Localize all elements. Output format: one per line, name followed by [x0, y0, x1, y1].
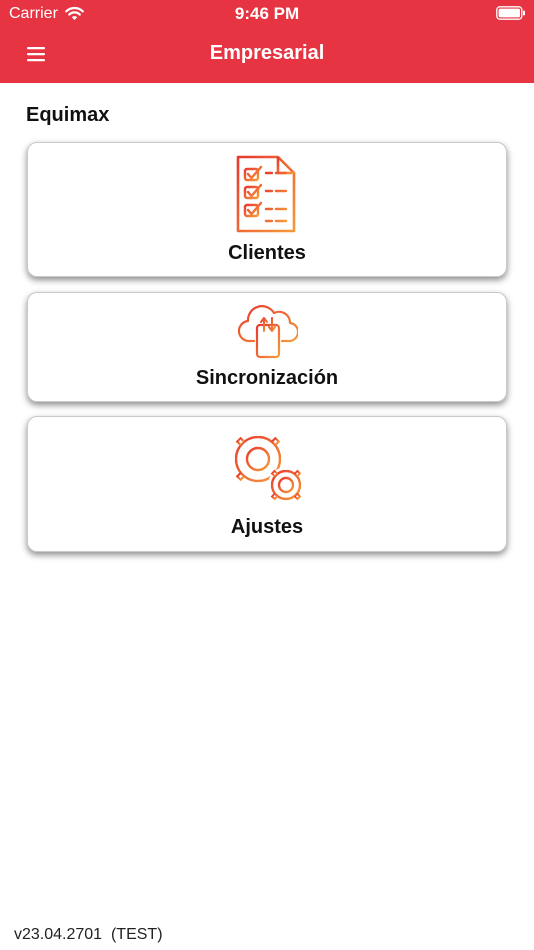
ajustes-card[interactable]: Ajustes [27, 416, 507, 552]
ajustes-label: Ajustes [230, 516, 304, 538]
company-name: Equimax [26, 104, 110, 126]
app-header: Carrier 9:46 PM Empresarial [0, 0, 534, 83]
clientes-card[interactable]: Clientes [27, 142, 507, 277]
checklist-document-icon [236, 155, 296, 233]
sincronizacion-card[interactable]: Sincronización [27, 292, 507, 402]
gears-icon [230, 431, 305, 504]
sincronizacion-label: Sincronización [195, 367, 339, 389]
page-title: Empresarial [209, 42, 325, 64]
cloud-sync-device-icon [238, 305, 298, 359]
clientes-label: Clientes [228, 242, 306, 264]
status-time: 9:46 PM [234, 4, 300, 23]
battery-icon [496, 6, 525, 20]
status-bar: Carrier 9:46 PM [0, 0, 534, 28]
app-version: v23.04.2701 (TEST) [14, 926, 163, 943]
